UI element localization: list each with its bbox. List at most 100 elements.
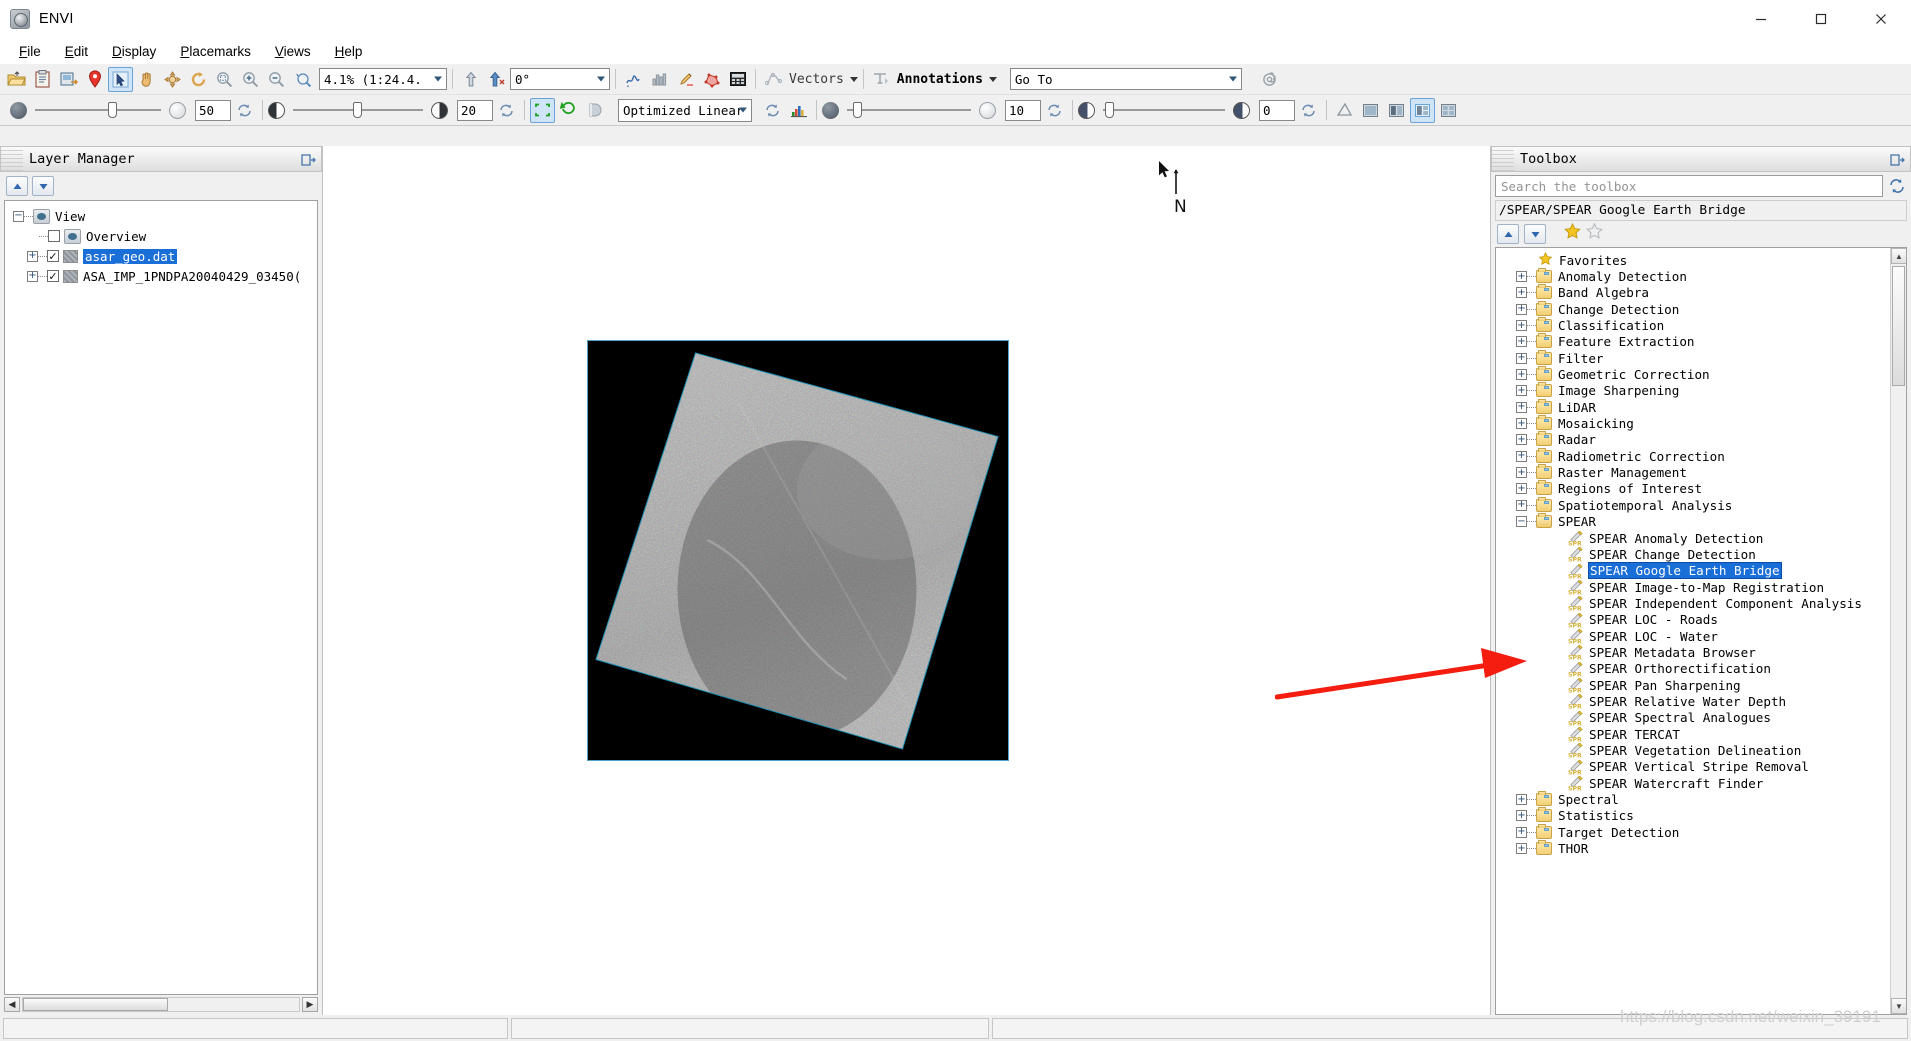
expander-expand-icon[interactable]: + [1516, 418, 1527, 430]
color-histogram-icon[interactable] [786, 98, 811, 123]
blend-icon[interactable] [582, 98, 607, 123]
vectors-dropdown-chevron-down-icon[interactable] [849, 76, 858, 82]
layer-node-overview[interactable]: Overview [5, 226, 317, 246]
contrast-value[interactable]: 20 [457, 99, 493, 121]
open-folder-icon[interactable] [4, 67, 29, 92]
zoom-level-combo[interactable]: 4.1% (1:24.4. [319, 68, 447, 90]
toolbox-folder-anomaly-detection[interactable]: + Anomaly Detection [1506, 268, 1906, 284]
toolbox-task-spear-image-to-map-registration[interactable]: SPR SPEAR Image-to-Map Registration [1506, 579, 1906, 597]
hscroll-track[interactable] [22, 997, 300, 1012]
measure-icon[interactable] [1332, 98, 1357, 123]
expander-expand-icon[interactable]: + [1516, 826, 1527, 838]
portal-fixed-icon[interactable] [530, 97, 555, 123]
zoom-fit-icon[interactable] [212, 67, 237, 92]
rotate-icon[interactable] [186, 67, 211, 92]
pin-panel-icon[interactable] [1889, 151, 1906, 168]
expander-expand-icon[interactable]: + [27, 270, 38, 282]
toolbox-collapse-up-button[interactable] [1497, 224, 1519, 244]
toolbox-task-spear-tercat[interactable]: SPR SPEAR TERCAT [1506, 726, 1906, 744]
menu-file[interactable]: File [8, 41, 52, 62]
chevron-down-icon[interactable] [597, 76, 605, 82]
minimize-button[interactable] [1731, 0, 1791, 38]
expander-expand-icon[interactable]: + [1516, 385, 1527, 397]
expander-expand-icon[interactable]: + [1516, 467, 1527, 479]
sharpen-reset-icon[interactable] [1042, 98, 1067, 123]
toolbox-task-spear-vertical-stripe-removal[interactable]: SPR SPEAR Vertical Stripe Removal [1506, 759, 1906, 776]
scroll-down-arrow-icon[interactable]: ▼ [1891, 998, 1906, 1014]
view-three-icon[interactable] [1410, 97, 1435, 123]
scroll-left-arrow-icon[interactable]: ◀ [4, 997, 20, 1012]
toolbox-task-spear-independent-component-analysis[interactable]: SPR SPEAR Independent Component Analysis [1506, 595, 1906, 613]
expander-expand-icon[interactable]: + [1516, 336, 1527, 348]
placemark-pin-icon[interactable] [82, 67, 107, 92]
expander-expand-icon[interactable]: + [1516, 303, 1527, 315]
toolbox-folder-mosaicking[interactable]: + Mosaicking [1506, 415, 1906, 431]
menu-display[interactable]: Display [101, 41, 167, 62]
toolbox-folder-classification[interactable]: + Classification [1506, 317, 1906, 333]
pencil-roi-icon[interactable] [673, 67, 698, 92]
sharpen-value[interactable]: 10 [1005, 99, 1041, 121]
toolbox-folder-spectral[interactable]: + Spectral [1506, 791, 1906, 807]
toolbox-task-spear-relative-water-depth[interactable]: SPR SPEAR Relative Water Depth [1506, 693, 1906, 711]
select-arrow-icon[interactable] [108, 66, 133, 92]
layer-tree-hscrollbar[interactable]: ◀ ▶ [0, 995, 322, 1015]
expander-expand-icon[interactable]: + [1516, 287, 1527, 299]
portal-flicker-icon[interactable] [556, 98, 581, 123]
toolbox-task-spear-orthorectification[interactable]: SPR SPEAR Orthorectification [1506, 661, 1906, 678]
menu-placemarks[interactable]: Placemarks [169, 41, 262, 62]
sharpen-slider[interactable] [847, 99, 971, 121]
expander-expand-icon[interactable]: + [27, 250, 38, 262]
expander-expand-icon[interactable]: + [1516, 450, 1527, 462]
annotations-dropdown-chevron-down-icon[interactable] [988, 76, 997, 82]
expander-expand-icon[interactable]: + [1516, 483, 1527, 495]
view-four-icon[interactable] [1436, 98, 1461, 123]
contrast-slider[interactable] [293, 99, 423, 121]
stretch-combo[interactable]: Optimized Linear [618, 98, 752, 122]
layer-move-up-button[interactable] [6, 176, 28, 196]
menu-views[interactable]: Views [264, 41, 322, 62]
chevron-down-icon[interactable] [434, 76, 442, 82]
expander-expand-icon[interactable]: + [1516, 434, 1527, 446]
expander-expand-icon[interactable]: + [1516, 401, 1527, 413]
search-input[interactable] [1495, 175, 1883, 197]
expander-expand-icon[interactable]: + [1516, 369, 1527, 381]
layer-node-asar-geo[interactable]: + asar_geo.dat [5, 246, 317, 266]
brightness-value[interactable]: 50 [195, 99, 231, 121]
toolbox-folder-geometric-correction[interactable]: + Geometric Correction [1506, 366, 1906, 382]
toolbox-vscrollbar[interactable]: ▲ ▼ [1890, 248, 1906, 1014]
toolbox-folder-spear[interactable]: − SPEAR [1506, 513, 1906, 530]
brightness-slider[interactable] [35, 99, 161, 121]
chevron-down-icon[interactable] [1228, 76, 1237, 82]
expander-expand-icon[interactable]: + [1516, 810, 1527, 822]
toolbox-task-spear-pan-sharpening[interactable]: SPR SPEAR Pan Sharpening [1506, 677, 1906, 695]
toolbox-task-spear-anomaly-detection[interactable]: SPR SPEAR Anomaly Detection [1506, 530, 1906, 548]
vscroll-thumb[interactable] [1892, 266, 1905, 386]
annotations-label[interactable]: Annotations [895, 72, 985, 87]
expander-expand-icon[interactable]: + [1516, 271, 1527, 283]
star-filled-icon[interactable] [1564, 222, 1581, 245]
star-outline-icon[interactable] [1586, 222, 1603, 245]
toolbox-folder-spatiotemporal-analysis[interactable]: + Spatiotemporal Analysis [1506, 496, 1906, 513]
toolbox-task-spear-change-detection[interactable]: SPR SPEAR Change Detection [1506, 546, 1906, 564]
toolbox-folder-lidar[interactable]: + LiDAR [1506, 398, 1906, 415]
view-single-icon[interactable] [1358, 98, 1383, 123]
goto-combo[interactable]: Go To [1009, 68, 1242, 90]
vectors-label[interactable]: Vectors [787, 72, 846, 87]
layer-visibility-checkbox[interactable] [47, 270, 59, 282]
fly-crosshair-icon[interactable] [160, 67, 185, 92]
toolbox-task-spear-metadata-browser[interactable]: SPR SPEAR Metadata Browser [1506, 644, 1906, 662]
expander-collapse-icon[interactable]: − [1516, 516, 1527, 528]
zoom-custom-icon[interactable] [290, 67, 315, 92]
contrast-reset-icon[interactable] [494, 98, 519, 123]
toolbox-folder-target-detection[interactable]: + Target Detection [1506, 823, 1906, 840]
toolbox-folder-regions-of-interest[interactable]: + Regions of Interest [1506, 480, 1906, 497]
toolbox-folder-filter[interactable]: + Filter [1506, 349, 1906, 366]
roi-tool-icon[interactable] [699, 67, 724, 92]
scroll-up-arrow-icon[interactable]: ▲ [1891, 248, 1906, 264]
layer-node-asa-imp[interactable]: + ASA_IMP_1PNDPA20040429_03450( [5, 266, 317, 286]
rotation-combo[interactable]: 0° [510, 68, 610, 90]
maximize-button[interactable] [1791, 0, 1851, 38]
layer-visibility-checkbox[interactable] [48, 230, 60, 242]
toolbox-folder-statistics[interactable]: + Statistics [1506, 807, 1906, 824]
toolbox-task-spear-watercraft-finder[interactable]: SPR SPEAR Watercraft Finder [1506, 775, 1906, 793]
